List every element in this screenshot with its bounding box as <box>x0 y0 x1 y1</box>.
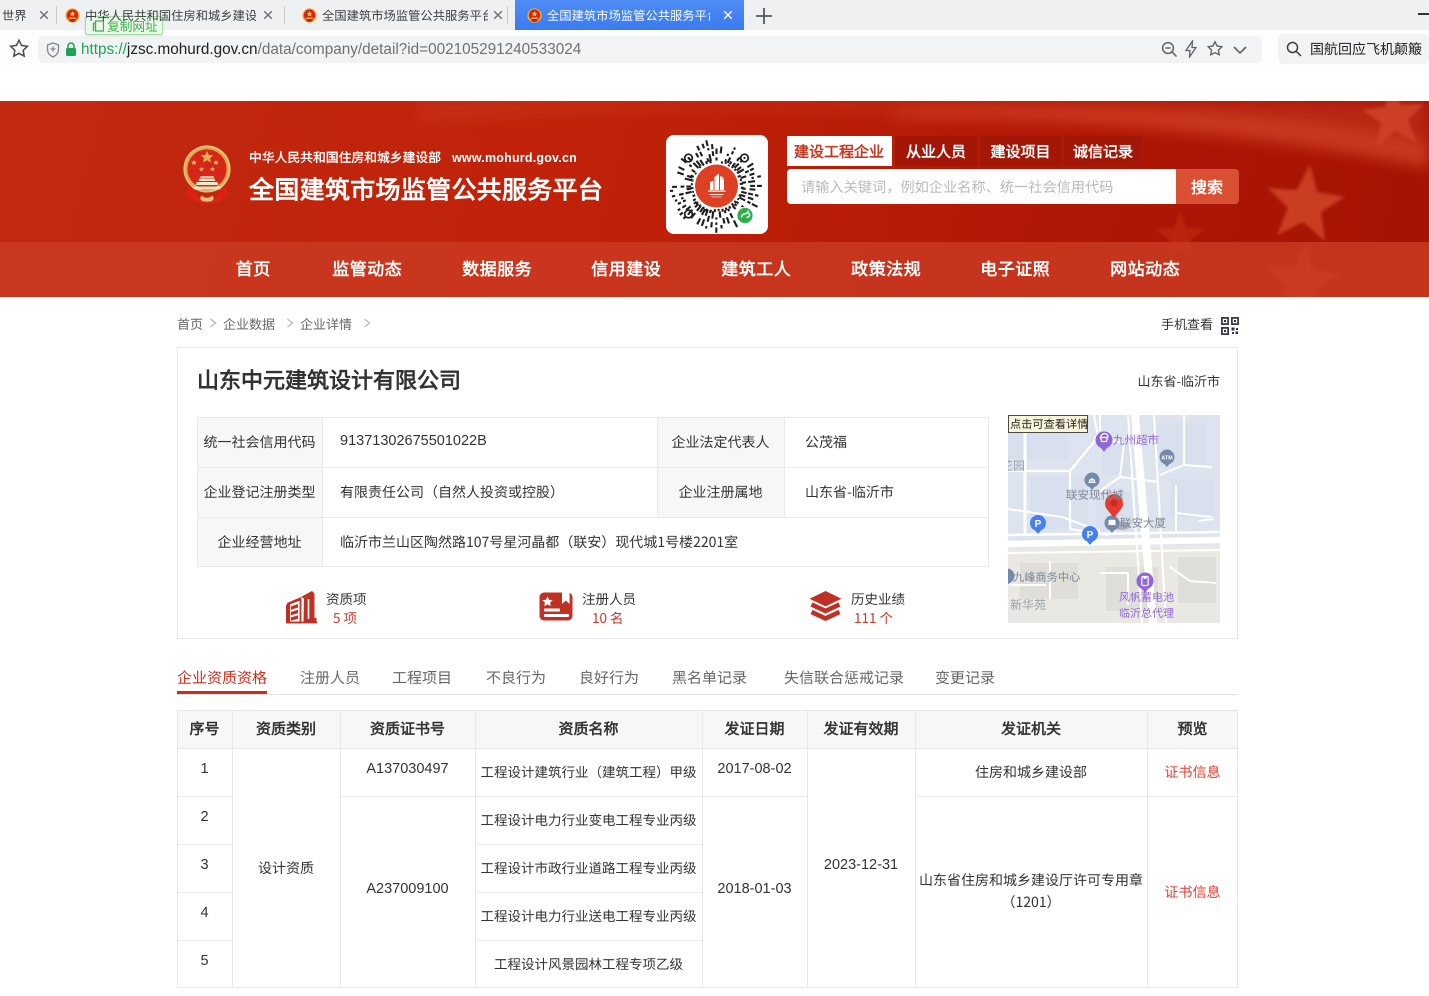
svg-text:P: P <box>1035 519 1042 530</box>
svg-text:ATM: ATM <box>1161 456 1173 462</box>
svg-text:P: P <box>1087 530 1094 541</box>
